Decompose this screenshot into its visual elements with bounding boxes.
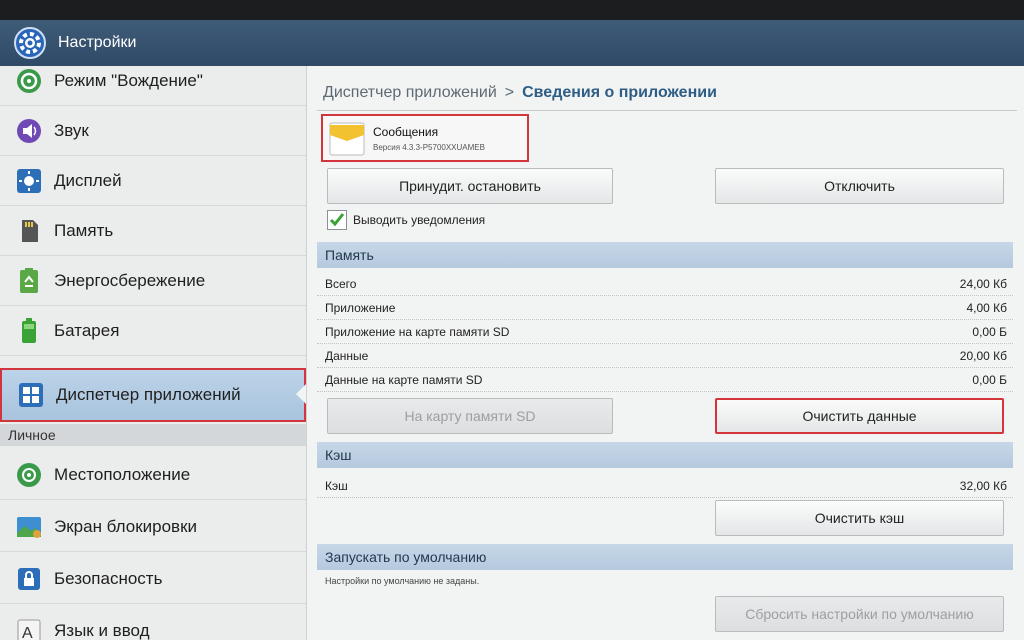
sidebar-item-application-manager[interactable]: Диспетчер приложений: [0, 368, 306, 422]
row-value: 0,00 Б: [972, 373, 1007, 387]
row-label: Всего: [325, 277, 357, 291]
sidebar-item-label: Экран блокировки: [54, 516, 198, 536]
sidebar-item-label: Режим "Вождение": [54, 70, 203, 90]
sidebar-item-display[interactable]: Дисплей: [0, 156, 306, 206]
location-icon: [14, 460, 44, 490]
sidebar-item-label: Звук: [54, 120, 89, 140]
clear-data-button[interactable]: Очистить данные: [715, 398, 1004, 434]
force-stop-button[interactable]: Принудит. остановить: [327, 168, 613, 204]
app-info-panel: Диспетчер приложений > Сведения о приложен…: [307, 66, 1024, 640]
sidebar-item-language-input[interactable]: A Язык и ввод: [0, 606, 306, 640]
breadcrumb-current: Сведения о приложении: [522, 84, 717, 101]
sd-card-icon: [14, 216, 44, 246]
lock-screen-icon: [14, 512, 44, 542]
sidebar-item-driving-mode[interactable]: Режим "Вождение": [0, 66, 306, 106]
defaults-note: Настройки по умолчанию не заданы.: [325, 576, 480, 586]
settings-gear-icon[interactable]: [12, 25, 48, 61]
divider: [317, 110, 1017, 111]
reset-defaults-button[interactable]: Сбросить настройки по умолчанию: [715, 596, 1004, 632]
row-label: Приложение: [325, 301, 396, 315]
app-version: Версия 4.3.3-P5700XXUAMEB: [373, 142, 485, 152]
disable-button[interactable]: Отключить: [715, 168, 1004, 204]
sidebar-item-battery[interactable]: Батарея: [0, 306, 306, 356]
chevron-right-icon: >: [504, 84, 515, 101]
row-label: Данные на карте памяти SD: [325, 373, 483, 387]
memory-row-data-sd: Данные на карте памяти SD 0,00 Б: [317, 368, 1013, 392]
messages-app-icon: [329, 119, 365, 157]
app-name: Сообщения: [373, 124, 439, 139]
row-label: Приложение на карте памяти SD: [325, 325, 510, 339]
language-icon: A: [14, 616, 44, 640]
memory-row-app: Приложение 4,00 Кб: [317, 296, 1013, 320]
defaults-section-header: Запускать по умолчанию: [317, 544, 1013, 570]
notifications-checkbox[interactable]: [327, 210, 347, 230]
cache-section-header: Кэш: [317, 442, 1013, 468]
memory-row-app-sd: Приложение на карте памяти SD 0,00 Б: [317, 320, 1013, 344]
app-header: Сообщения Версия 4.3.3-P5700XXUAMEB: [321, 114, 529, 162]
title-bar: Настройки: [0, 20, 1024, 66]
sidebar-item-power-saving[interactable]: Энергосбережение: [0, 256, 306, 306]
sidebar-item-label: Диспетчер приложений: [56, 385, 241, 404]
padlock-icon: [14, 564, 44, 594]
row-value: 24,00 Кб: [959, 277, 1007, 291]
cache-row: Кэш 32,00 Кб: [317, 474, 1013, 498]
sidebar-item-lock-screen[interactable]: Экран блокировки: [0, 502, 306, 552]
battery-icon: [14, 316, 44, 346]
sidebar-item-label: Местоположение: [54, 464, 191, 484]
row-value: 20,00 Кб: [959, 349, 1007, 363]
section-header-personal: Личное: [0, 424, 306, 446]
clear-cache-button[interactable]: Очистить кэш: [715, 500, 1004, 536]
status-bar: [0, 0, 1024, 20]
memory-row-data: Данные 20,00 Кб: [317, 344, 1013, 368]
memory-section-header: Память: [317, 242, 1013, 268]
breadcrumb-parent[interactable]: Диспетчер приложений: [323, 84, 497, 101]
svg-text:A: A: [22, 625, 33, 640]
sidebar-item-location[interactable]: Местоположение: [0, 450, 306, 500]
steering-wheel-icon: [14, 66, 44, 96]
notifications-label: Выводить уведомления: [353, 213, 486, 227]
notifications-row: Выводить уведомления: [327, 210, 485, 230]
row-label: Данные: [325, 349, 369, 363]
row-value: 32,00 Кб: [959, 479, 1007, 493]
sidebar-item-label: Дисплей: [54, 170, 122, 190]
brightness-icon: [14, 166, 44, 196]
memory-row-total: Всего 24,00 Кб: [317, 272, 1013, 296]
window-title: Настройки: [58, 34, 137, 51]
grid-icon: [16, 380, 46, 410]
row-label: Кэш: [325, 479, 348, 493]
sidebar-item-storage[interactable]: Память: [0, 206, 306, 256]
recycle-icon: [14, 266, 44, 296]
sidebar-item-sound[interactable]: Звук: [0, 106, 306, 156]
checkmark-icon: [329, 213, 345, 227]
breadcrumb: Диспетчер приложений > Сведения о приложен…: [323, 84, 717, 102]
sidebar-item-label: Безопасность: [54, 568, 163, 588]
sidebar-item-label: Энергосбережение: [54, 270, 206, 290]
speaker-icon: [14, 116, 44, 146]
sidebar-item-label: Память: [54, 220, 114, 240]
sidebar: Режим "Вождение" Звук Дисплей Память Эне…: [0, 66, 307, 640]
sidebar-item-label: Батарея: [54, 320, 120, 340]
sidebar-item-label: Язык и ввод: [54, 620, 150, 640]
sidebar-item-security[interactable]: Безопасность: [0, 554, 306, 604]
row-value: 0,00 Б: [972, 325, 1007, 339]
move-to-sd-button[interactable]: На карту памяти SD: [327, 398, 613, 434]
row-value: 4,00 Кб: [966, 301, 1007, 315]
